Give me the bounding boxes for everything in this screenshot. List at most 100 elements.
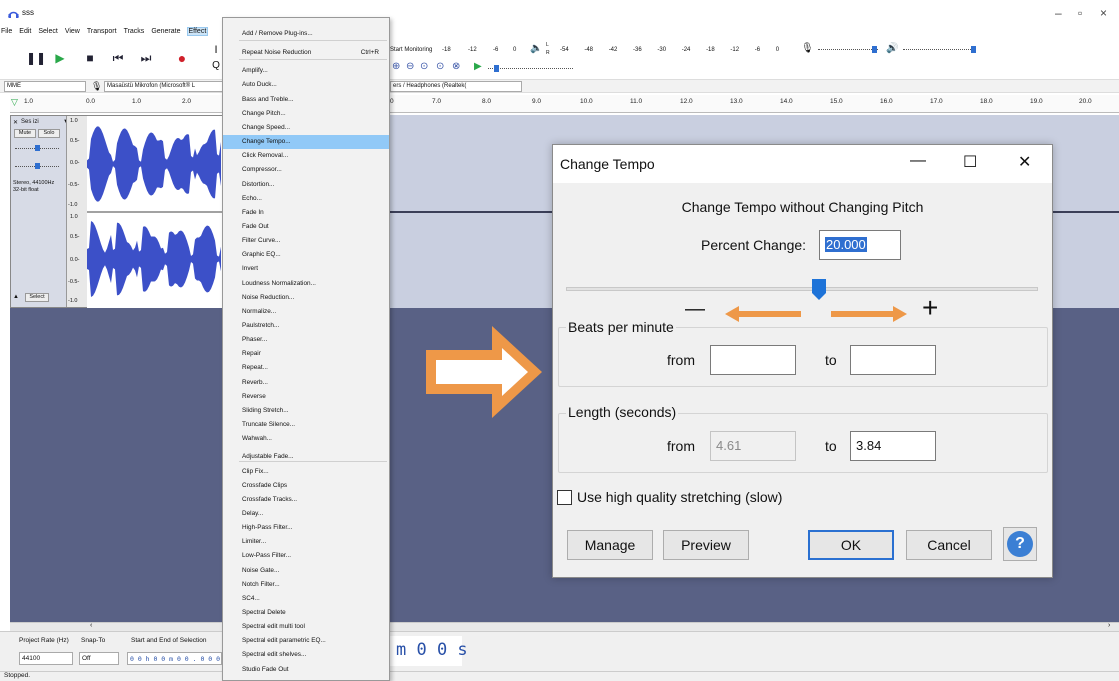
- effect-menu-item[interactable]: Change Speed...: [223, 121, 389, 135]
- effect-menu-item[interactable]: Fade Out: [223, 220, 389, 234]
- tempo-slider[interactable]: [566, 287, 1038, 291]
- menu-edit[interactable]: Edit: [18, 28, 32, 35]
- menu-file[interactable]: File: [0, 28, 13, 35]
- play-at-speed-icon[interactable]: ▶: [474, 61, 482, 72]
- scroll-left-icon[interactable]: ‹: [90, 622, 92, 629]
- slider-thumb[interactable]: [35, 163, 40, 169]
- tempo-slider-thumb[interactable]: [811, 278, 827, 301]
- dialog-close-button[interactable]: ✕: [1018, 152, 1031, 172]
- timeline-ruler-right[interactable]: 0 7.0 8.0 9.0 10.0 11.0 12.0 13.0 14.0 1…: [390, 95, 1119, 113]
- maximize-button[interactable]: ▫: [1078, 6, 1082, 20]
- effect-menu-item[interactable]: Delay...: [223, 507, 389, 521]
- effect-menu-item[interactable]: SC4...: [223, 592, 389, 606]
- playback-volume-slider[interactable]: [903, 49, 973, 50]
- effect-menu-item[interactable]: High-Pass Filter...: [223, 521, 389, 535]
- skip-start-icon[interactable]: ⏮: [110, 50, 126, 66]
- recording-device-select[interactable]: Masaüstü Mikrofon (Microsoft® L: [104, 81, 222, 92]
- bpm-from-input[interactable]: [710, 345, 796, 375]
- high-quality-checkbox[interactable]: [557, 490, 572, 505]
- effect-menu-item[interactable]: Amplify...: [223, 64, 389, 78]
- effect-menu-item[interactable]: Graphic EQ...: [223, 248, 389, 262]
- empty-track-area[interactable]: [10, 308, 222, 622]
- solo-button[interactable]: Solo: [38, 129, 60, 138]
- scroll-right-icon[interactable]: ›: [1108, 622, 1110, 629]
- effect-menu-item[interactable]: Echo...: [223, 192, 389, 206]
- help-button[interactable]: ?: [1003, 527, 1037, 561]
- effect-menu-item[interactable]: Normalize...: [223, 305, 389, 319]
- start-monitoring-label[interactable]: Start Monitoring: [390, 47, 432, 53]
- percent-change-input[interactable]: 20.000: [819, 230, 901, 260]
- bpm-to-input[interactable]: [850, 345, 936, 375]
- effect-menu-item[interactable]: Phaser...: [223, 333, 389, 347]
- effect-menu-item[interactable]: Crossfade Clips: [223, 479, 389, 493]
- playback-meter-scale[interactable]: -54 -48 -42 -36 -30 -24 -18 -12 -6 0: [560, 47, 790, 53]
- pause-icon[interactable]: ❚❚: [26, 50, 46, 66]
- stop-icon[interactable]: ■: [82, 50, 98, 66]
- track-name[interactable]: Ses izi: [21, 119, 39, 125]
- effect-menu-item[interactable]: Repeat...: [223, 361, 389, 375]
- dialog-maximize-button[interactable]: ☐: [963, 152, 977, 172]
- effect-menu-item[interactable]: Distortion...: [223, 178, 389, 192]
- effect-menu-item[interactable]: Spectral edit multi tool: [223, 620, 389, 634]
- effect-menu-item[interactable]: Loudness Normalization...: [223, 277, 389, 291]
- select-button[interactable]: Select: [25, 293, 49, 302]
- effect-menu-item[interactable]: Reverb...: [223, 376, 389, 390]
- effect-menu-item[interactable]: Crossfade Tracks...: [223, 493, 389, 507]
- waveform-area[interactable]: [87, 115, 222, 308]
- timeline-ruler[interactable]: ▽ 1.0 0.0 1.0 2.0: [10, 95, 222, 113]
- effect-menu-item[interactable]: Repair: [223, 347, 389, 361]
- selection-start-time[interactable]: 0 0 h 0 0 m 0 0 . 0 0 0 s: [127, 652, 222, 665]
- effect-menu-item[interactable]: Adjustable Fade...: [223, 450, 389, 464]
- menu-select[interactable]: Select: [37, 28, 58, 35]
- fit-selection-icon[interactable]: ⊙: [420, 61, 428, 72]
- effect-menu-item[interactable]: Change Tempo...: [223, 135, 389, 150]
- zoom-in-icon[interactable]: ⊕: [392, 61, 400, 72]
- cancel-button[interactable]: Cancel: [906, 530, 992, 560]
- effect-menu-item[interactable]: Noise Reduction...: [223, 291, 389, 305]
- zoom-out-icon[interactable]: ⊖: [406, 61, 414, 72]
- effect-menu-item[interactable]: Invert: [223, 262, 389, 276]
- audio-host-select[interactable]: MME: [4, 81, 86, 92]
- play-speed-slider[interactable]: [488, 68, 573, 69]
- mic-icon[interactable]: 🎙: [801, 43, 814, 54]
- menu-generate[interactable]: Generate: [150, 28, 181, 35]
- speaker-icon[interactable]: 🔈: [530, 43, 542, 54]
- dialog-minimize-button[interactable]: —: [910, 152, 926, 170]
- effect-menu-item[interactable]: Limiter...: [223, 535, 389, 549]
- effect-menu-item[interactable]: Fade In: [223, 206, 389, 220]
- effect-menu-item[interactable]: Studio Fade Out: [223, 663, 389, 677]
- effect-menu-item[interactable]: Add / Remove Plug-ins...: [223, 27, 389, 41]
- effect-menu-item[interactable]: Paulstretch...: [223, 319, 389, 333]
- speaker-volume-icon[interactable]: 🔊: [886, 43, 898, 54]
- effect-menu-item[interactable]: Noise Gate...: [223, 564, 389, 578]
- skip-end-icon[interactable]: ⏭: [138, 50, 154, 66]
- project-rate-select[interactable]: 44100: [19, 652, 73, 665]
- playback-device-select[interactable]: ers / Headphones (Realtek(: [390, 81, 522, 92]
- mute-button[interactable]: Mute: [14, 129, 36, 138]
- slider-thumb[interactable]: [35, 145, 40, 151]
- zoom-toggle-icon[interactable]: ⊗: [452, 61, 460, 72]
- effect-menu-item[interactable]: Filter Curve...: [223, 234, 389, 248]
- effect-menu-item[interactable]: Clip Fix...: [223, 465, 389, 479]
- fit-project-icon[interactable]: ⊙: [436, 61, 444, 72]
- effect-menu-item[interactable]: Notch Filter...: [223, 578, 389, 592]
- effect-menu-item[interactable]: Compressor...: [223, 163, 389, 177]
- collapse-icon[interactable]: ▲: [13, 294, 19, 300]
- effect-menu-item[interactable]: Spectral edit shelves...: [223, 648, 389, 662]
- menu-tracks[interactable]: Tracks: [123, 28, 146, 35]
- minimize-button[interactable]: –: [1055, 6, 1062, 20]
- length-to-input[interactable]: 3.84: [850, 431, 936, 461]
- record-volume-slider[interactable]: [818, 49, 878, 50]
- track-close-icon[interactable]: ✕: [13, 119, 18, 126]
- slider-thumb[interactable]: [494, 65, 499, 72]
- horizontal-scrollbar[interactable]: ‹ ›: [10, 622, 1119, 631]
- manage-button[interactable]: Manage: [567, 530, 653, 560]
- effect-menu-item[interactable]: Sliding Stretch...: [223, 404, 389, 418]
- play-icon[interactable]: ▶: [52, 50, 68, 66]
- effect-menu-item[interactable]: Low-Pass Filter...: [223, 549, 389, 563]
- effect-menu-item[interactable]: Spectral edit parametric EQ...: [223, 634, 389, 648]
- preview-button[interactable]: Preview: [663, 530, 749, 560]
- effect-menu-item[interactable]: Bass and Treble...: [223, 93, 389, 107]
- effect-menu-item[interactable]: Spectral Delete: [223, 606, 389, 620]
- snap-to-select[interactable]: Off: [79, 652, 119, 665]
